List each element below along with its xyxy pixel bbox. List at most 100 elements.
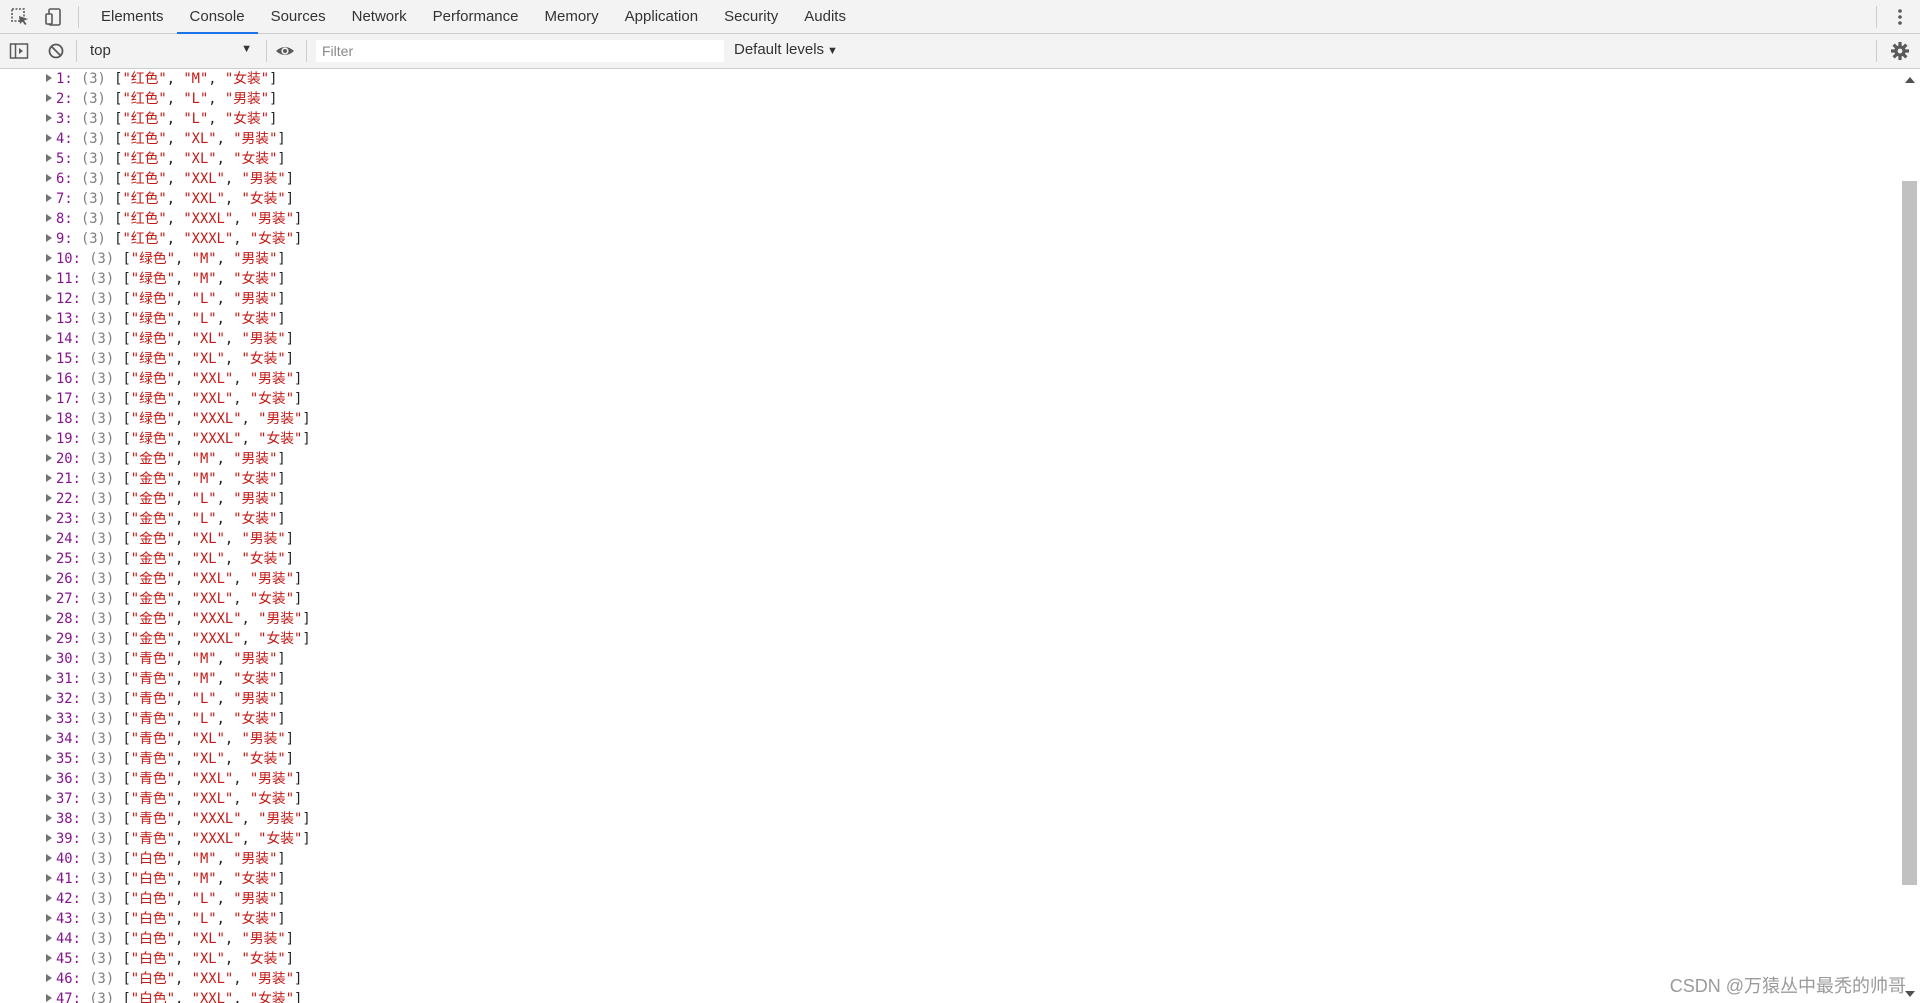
console-log-row[interactable]: 23: (3) ["金色", "L", "女装"] [46, 509, 286, 529]
tab-performance[interactable]: Performance [420, 0, 532, 34]
console-settings-gear-icon[interactable] [1890, 41, 1910, 61]
console-log-row[interactable]: 27: (3) ["金色", "XXL", "女装"] [46, 589, 302, 609]
console-log-row[interactable]: 5: (3) ["红色", "XL", "女装"] [46, 149, 286, 169]
expand-triangle-icon[interactable] [46, 534, 52, 542]
show-sidebar-icon[interactable] [9, 41, 29, 61]
expand-triangle-icon[interactable] [46, 954, 52, 962]
expand-triangle-icon[interactable] [46, 514, 52, 522]
expand-triangle-icon[interactable] [46, 694, 52, 702]
console-log-row[interactable]: 8: (3) ["红色", "XXXL", "男装"] [46, 209, 302, 229]
tab-sources[interactable]: Sources [258, 0, 339, 34]
expand-triangle-icon[interactable] [46, 94, 52, 102]
expand-triangle-icon[interactable] [46, 874, 52, 882]
clear-console-icon[interactable] [46, 41, 66, 61]
expand-triangle-icon[interactable] [46, 194, 52, 202]
console-log-row[interactable]: 40: (3) ["白色", "M", "男装"] [46, 849, 286, 869]
expand-triangle-icon[interactable] [46, 74, 52, 82]
expand-triangle-icon[interactable] [46, 574, 52, 582]
expand-triangle-icon[interactable] [46, 214, 52, 222]
console-log-row[interactable]: 37: (3) ["青色", "XXL", "女装"] [46, 789, 302, 809]
expand-triangle-icon[interactable] [46, 374, 52, 382]
expand-triangle-icon[interactable] [46, 454, 52, 462]
tab-memory[interactable]: Memory [532, 0, 612, 34]
tab-application[interactable]: Application [612, 0, 711, 34]
console-log-row[interactable]: 43: (3) ["白色", "L", "女装"] [46, 909, 286, 929]
expand-triangle-icon[interactable] [46, 754, 52, 762]
expand-triangle-icon[interactable] [46, 354, 52, 362]
filter-input[interactable] [316, 40, 724, 62]
expand-triangle-icon[interactable] [46, 154, 52, 162]
console-log-row[interactable]: 12: (3) ["绿色", "L", "男装"] [46, 289, 286, 309]
console-log-row[interactable]: 15: (3) ["绿色", "XL", "女装"] [46, 349, 294, 369]
console-log-row[interactable]: 22: (3) ["金色", "L", "男装"] [46, 489, 286, 509]
console-log-row[interactable]: 10: (3) ["绿色", "M", "男装"] [46, 249, 286, 269]
console-log-row[interactable]: 36: (3) ["青色", "XXL", "男装"] [46, 769, 302, 789]
tab-elements[interactable]: Elements [88, 0, 177, 34]
console-log-row[interactable]: 13: (3) ["绿色", "L", "女装"] [46, 309, 286, 329]
more-options-icon[interactable] [1890, 7, 1910, 27]
expand-triangle-icon[interactable] [46, 254, 52, 262]
tab-network[interactable]: Network [339, 0, 420, 34]
console-log-row[interactable]: 28: (3) ["金色", "XXXL", "男装"] [46, 609, 311, 629]
tab-security[interactable]: Security [711, 0, 791, 34]
tab-console[interactable]: Console [176, 0, 258, 34]
device-toolbar-icon[interactable] [44, 7, 64, 27]
expand-triangle-icon[interactable] [46, 994, 52, 1002]
console-log-row[interactable]: 41: (3) ["白色", "M", "女装"] [46, 869, 286, 889]
log-levels-dropdown[interactable]: Default levels ▼ [734, 41, 838, 58]
console-log-row[interactable]: 35: (3) ["青色", "XL", "女装"] [46, 749, 294, 769]
console-log-row[interactable]: 14: (3) ["绿色", "XL", "男装"] [46, 329, 294, 349]
console-log-row[interactable]: 3: (3) ["红色", "L", "女装"] [46, 109, 277, 129]
expand-triangle-icon[interactable] [46, 334, 52, 342]
console-log-row[interactable]: 42: (3) ["白色", "L", "男装"] [46, 889, 286, 909]
expand-triangle-icon[interactable] [46, 674, 52, 682]
expand-triangle-icon[interactable] [46, 894, 52, 902]
expand-triangle-icon[interactable] [46, 174, 52, 182]
console-log-row[interactable]: 33: (3) ["青色", "L", "女装"] [46, 709, 286, 729]
console-log-row[interactable]: 20: (3) ["金色", "M", "男装"] [46, 449, 286, 469]
console-log-row[interactable]: 46: (3) ["白色", "XXL", "男装"] [46, 969, 302, 989]
expand-triangle-icon[interactable] [46, 814, 52, 822]
expand-triangle-icon[interactable] [46, 914, 52, 922]
console-log-row[interactable]: 39: (3) ["青色", "XXXL", "女装"] [46, 829, 311, 849]
expand-triangle-icon[interactable] [46, 834, 52, 842]
expand-triangle-icon[interactable] [46, 474, 52, 482]
execution-context-select[interactable]: top ▼ [84, 40, 258, 62]
expand-triangle-icon[interactable] [46, 234, 52, 242]
console-log-row[interactable]: 11: (3) ["绿色", "M", "女装"] [46, 269, 286, 289]
expand-triangle-icon[interactable] [46, 274, 52, 282]
console-log-row[interactable]: 19: (3) ["绿色", "XXXL", "女装"] [46, 429, 311, 449]
expand-triangle-icon[interactable] [46, 554, 52, 562]
expand-triangle-icon[interactable] [46, 634, 52, 642]
console-log-row[interactable]: 31: (3) ["青色", "M", "女装"] [46, 669, 286, 689]
console-log-row[interactable]: 4: (3) ["红色", "XL", "男装"] [46, 129, 286, 149]
expand-triangle-icon[interactable] [46, 134, 52, 142]
console-log-row[interactable]: 26: (3) ["金色", "XXL", "男装"] [46, 569, 302, 589]
expand-triangle-icon[interactable] [46, 294, 52, 302]
scrollbar-thumb[interactable] [1902, 181, 1917, 885]
expand-triangle-icon[interactable] [46, 654, 52, 662]
console-log-row[interactable]: 38: (3) ["青色", "XXXL", "男装"] [46, 809, 311, 829]
console-log-row[interactable]: 44: (3) ["白色", "XL", "男装"] [46, 929, 294, 949]
console-log-row[interactable]: 30: (3) ["青色", "M", "男装"] [46, 649, 286, 669]
expand-triangle-icon[interactable] [46, 774, 52, 782]
console-log-row[interactable]: 2: (3) ["红色", "L", "男装"] [46, 89, 277, 109]
scroll-down-arrow-icon[interactable] [1905, 991, 1915, 997]
console-log-row[interactable]: 32: (3) ["青色", "L", "男装"] [46, 689, 286, 709]
console-log-row[interactable]: 9: (3) ["红色", "XXXL", "女装"] [46, 229, 302, 249]
console-log-row[interactable]: 17: (3) ["绿色", "XXL", "女装"] [46, 389, 302, 409]
console-scrollbar[interactable] [1898, 69, 1920, 1003]
console-log-row[interactable]: 47: (3) ["白色", "XXL", "女装"] [46, 989, 302, 1003]
scroll-up-arrow-icon[interactable] [1905, 77, 1915, 83]
expand-triangle-icon[interactable] [46, 794, 52, 802]
expand-triangle-icon[interactable] [46, 114, 52, 122]
expand-triangle-icon[interactable] [46, 494, 52, 502]
expand-triangle-icon[interactable] [46, 974, 52, 982]
tab-audits[interactable]: Audits [791, 0, 859, 34]
expand-triangle-icon[interactable] [46, 434, 52, 442]
console-log-row[interactable]: 7: (3) ["红色", "XXL", "女装"] [46, 189, 294, 209]
inspect-element-icon[interactable] [10, 7, 30, 27]
console-log-row[interactable]: 29: (3) ["金色", "XXXL", "女装"] [46, 629, 311, 649]
expand-triangle-icon[interactable] [46, 734, 52, 742]
console-log-row[interactable]: 21: (3) ["金色", "M", "女装"] [46, 469, 286, 489]
